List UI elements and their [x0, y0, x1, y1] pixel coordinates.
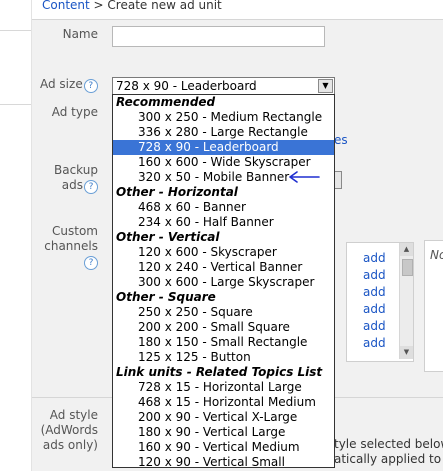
- ad-style-note-2: atically applied to th: [334, 452, 443, 466]
- dropdown-option[interactable]: 125 x 125 - Button: [113, 350, 334, 365]
- partial-link[interactable]: es: [334, 133, 348, 147]
- backup-label-text: ads: [61, 178, 83, 192]
- dropdown-option-selected[interactable]: 728 x 90 - Leaderboard: [113, 140, 334, 155]
- dropdown-group-header: Recommended: [116, 95, 216, 109]
- selected-channels-placeholder: No: [430, 248, 443, 262]
- ad-size-dropdown-list[interactable]: Recommended 300 x 250 - Medium Rectangle 3…: [112, 94, 335, 468]
- ad-style-line1: Ad style: [49, 408, 98, 422]
- dropdown-option[interactable]: 120 x 240 - Vertical Banner: [113, 260, 334, 275]
- backup-ads-select-edge[interactable]: [334, 171, 342, 189]
- add-channel-link[interactable]: add: [363, 284, 387, 301]
- dropdown-option[interactable]: 200 x 200 - Small Square: [113, 320, 334, 335]
- dropdown-option[interactable]: 160 x 90 - Vertical Medium: [113, 440, 334, 455]
- breadcrumb-current: Create new ad unit: [107, 0, 222, 12]
- sidebar-divider: [0, 104, 31, 105]
- selected-channels-panel: No: [424, 240, 443, 372]
- chevron-down-icon[interactable]: ▼: [318, 79, 333, 93]
- dropdown-option[interactable]: 120 x 90 - Vertical Small: [113, 455, 334, 467]
- scroll-thumb[interactable]: [402, 259, 413, 276]
- ad-style-line2: (AdWords: [40, 423, 98, 437]
- ad-size-label: Ad size?: [40, 77, 110, 93]
- dropdown-group-header: Other - Square: [116, 290, 216, 304]
- dropdown-option[interactable]: 300 x 250 - Medium Rectangle: [113, 110, 334, 125]
- scroll-down-icon[interactable]: ▼: [400, 346, 413, 359]
- custom-label-line1: Custom: [52, 224, 98, 238]
- add-channel-link[interactable]: add: [363, 267, 387, 284]
- dropdown-option[interactable]: 300 x 600 - Large Skyscraper: [113, 275, 334, 290]
- dropdown-option[interactable]: 728 x 15 - Horizontal Large: [113, 380, 334, 395]
- add-channel-link[interactable]: add: [363, 301, 387, 318]
- custom-channels-label: Custom channels ?: [40, 224, 98, 270]
- arrow-left-icon: [289, 171, 320, 183]
- scroll-up-icon[interactable]: ▲: [400, 243, 413, 256]
- help-icon[interactable]: ?: [83, 79, 98, 93]
- ad-style-line3: ads only): [42, 438, 98, 452]
- left-sidebar-strip: [0, 0, 32, 471]
- dropdown-option[interactable]: 250 x 250 - Square: [113, 305, 334, 320]
- help-icon[interactable]: ?: [84, 256, 98, 270]
- dropdown-option[interactable]: 180 x 150 - Small Rectangle: [113, 335, 334, 350]
- ad-size-select[interactable]: 728 x 90 - Leaderboard ▼: [112, 77, 335, 95]
- dropdown-option[interactable]: 200 x 90 - Vertical X-Large: [113, 410, 334, 425]
- add-links-column: add add add add add add: [363, 250, 387, 352]
- name-input[interactable]: [112, 26, 325, 47]
- ad-style-note-1: tyle selected below: [334, 437, 443, 451]
- breadcrumb-content-link[interactable]: Content: [42, 0, 90, 12]
- dropdown-option[interactable]: 180 x 90 - Vertical Large: [113, 425, 334, 440]
- add-channel-link[interactable]: add: [363, 250, 387, 267]
- add-channel-link[interactable]: add: [363, 335, 387, 352]
- dropdown-group-header: Other - Horizontal: [116, 185, 238, 199]
- name-label: Name: [62, 27, 98, 41]
- backup-label-line1: Backup: [54, 163, 98, 177]
- dropdown-group-header: Link units - Related Topics List: [116, 365, 323, 379]
- dropdown-option[interactable]: 336 x 280 - Large Rectangle: [113, 125, 334, 140]
- custom-label-line2: channels: [44, 239, 98, 253]
- dropdown-option[interactable]: 160 x 600 - Wide Skyscraper: [113, 155, 334, 170]
- dropdown-option[interactable]: 234 x 60 - Half Banner: [113, 215, 334, 230]
- channel-list-scrollbar[interactable]: ▲ ▼: [399, 243, 413, 359]
- help-icon[interactable]: ?: [84, 180, 98, 194]
- breadcrumb: Content > Create new ad unit: [42, 0, 222, 12]
- dropdown-option[interactable]: 120 x 600 - Skyscraper: [113, 245, 334, 260]
- custom-help-wrap: ?: [40, 254, 98, 270]
- dropdown-option[interactable]: 468 x 15 - Horizontal Medium: [113, 395, 334, 410]
- ad-size-selected-value: 728 x 90 - Leaderboard: [116, 79, 257, 93]
- dropdown-option[interactable]: 468 x 60 - Banner: [113, 200, 334, 215]
- ad-size-label-text: Ad size: [40, 77, 83, 91]
- ad-style-label: Ad style (AdWords ads only): [40, 408, 98, 453]
- sidebar-divider: [0, 30, 31, 31]
- dropdown-group-header: Other - Vertical: [116, 230, 220, 244]
- backup-label-line2: ads?: [40, 178, 98, 194]
- breadcrumb-separator: >: [89, 0, 108, 12]
- ad-type-label: Ad type: [51, 105, 98, 119]
- add-channel-link[interactable]: add: [363, 318, 387, 335]
- backup-ads-label: Backup ads?: [40, 163, 98, 194]
